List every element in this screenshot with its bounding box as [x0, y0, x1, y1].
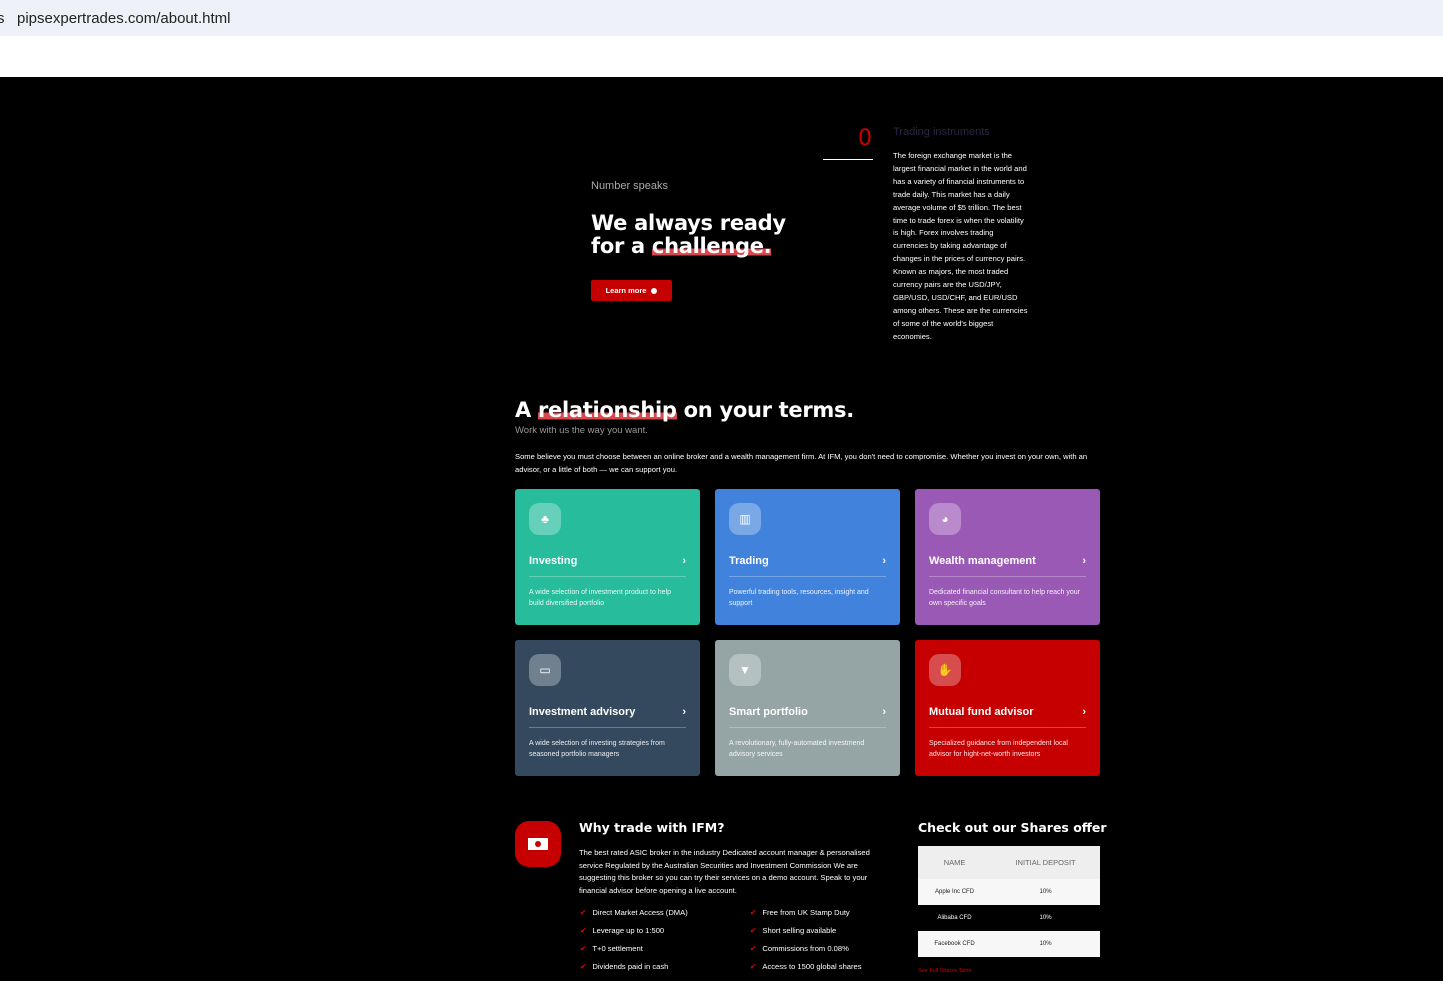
- sprout-icon: ♣: [529, 503, 561, 535]
- feature-label: Short selling available: [762, 926, 837, 935]
- col-header: INITIAL DEPOSIT: [991, 846, 1100, 879]
- counter-title: Trading instruments: [893, 126, 990, 138]
- title-part: A: [515, 398, 538, 422]
- service-card[interactable]: ✋ Mutual fund advisor › Specialized guida…: [915, 640, 1100, 776]
- card-title: Mutual fund advisor: [929, 706, 1034, 718]
- learn-more-button[interactable]: Learn more: [591, 280, 672, 301]
- feature-label: Direct Market Access (DMA): [592, 908, 688, 917]
- check-icon: ✔: [580, 926, 587, 935]
- chevron-right-icon[interactable]: ›: [882, 706, 886, 718]
- card-description: Specialized guidance from independent lo…: [929, 727, 1086, 760]
- service-card[interactable]: ♣ Investing › A wide selection of investm…: [515, 489, 700, 625]
- card-description: A wide selection of investing strategies…: [529, 727, 686, 760]
- feature-label: Free from UK Stamp Duty: [762, 908, 850, 917]
- card-title: Trading: [729, 555, 769, 567]
- check-icon: ✔: [580, 944, 587, 953]
- check-icon: ✔: [580, 962, 587, 971]
- relationship-subtitle: Work with us the way you want.: [515, 425, 648, 436]
- check-icon: ✔: [750, 962, 757, 971]
- card-description: Dedicated financial consultant to help r…: [929, 576, 1086, 609]
- service-card[interactable]: ▼ Smart portfolio › A revolutionary, full…: [715, 640, 900, 776]
- feature-item: ✔ Direct Market Access (DMA): [580, 908, 688, 917]
- handshake-icon: ✋: [929, 654, 961, 686]
- col-header: NAME: [918, 846, 992, 879]
- service-card[interactable]: ▥ Trading › Powerful trading tools, resou…: [715, 489, 900, 625]
- card-description: A revolutionary, fully-automated investm…: [729, 727, 886, 760]
- table-row: Apple Inc CFD 10%: [918, 879, 1100, 905]
- address-bar[interactable]: s pipsexpertrades.com/about.html: [0, 0, 1443, 36]
- arrow-circle-icon: [651, 287, 658, 294]
- feature-item: ✔ Access to 1500 global shares: [750, 962, 862, 971]
- chart-icon: ▥: [729, 503, 761, 535]
- hero-title-highlight: challenge.: [651, 234, 772, 258]
- pie-chart-icon: ◕: [929, 503, 961, 535]
- learn-more-label: Learn more: [605, 286, 647, 295]
- chevron-right-icon[interactable]: ›: [1082, 706, 1086, 718]
- card-title: Investing: [529, 555, 578, 567]
- feature-item: ✔ Short selling available: [750, 926, 836, 935]
- service-card[interactable]: ▭ Investment advisory › A wide selection …: [515, 640, 700, 776]
- table-row: Alibaba CFD 10%: [918, 905, 1100, 931]
- money-icon: [515, 821, 561, 867]
- feature-item: ✔ Commissions from 0.08%: [750, 944, 849, 953]
- counter-divider: [823, 159, 873, 160]
- card-title: Wealth management: [929, 555, 1036, 567]
- hero-title-line1: We always ready: [591, 211, 786, 235]
- shares-table: NAME INITIAL DEPOSIT Apple Inc CFD 10% Ali…: [918, 846, 1100, 957]
- why-title: Why trade with IFM?: [579, 820, 725, 835]
- card-title: Investment advisory: [529, 706, 636, 718]
- cell: 10%: [991, 931, 1100, 957]
- url-fragment: s: [0, 10, 5, 27]
- relationship-title: A relationship on your terms.: [515, 398, 854, 422]
- counter-text: The foreign exchange market is the large…: [893, 151, 1028, 341]
- cell: Apple Inc CFD: [918, 879, 992, 905]
- page-header-blank: [0, 36, 1443, 77]
- cell: Facebook CFD: [918, 931, 992, 957]
- check-icon: ✔: [580, 908, 587, 917]
- feature-label: Dividends paid in cash: [592, 962, 669, 971]
- why-text: The best rated ASIC broker in the indust…: [579, 848, 870, 895]
- chevron-right-icon[interactable]: ›: [682, 706, 686, 718]
- hero-kicker: Number speaks: [591, 180, 669, 192]
- relationship-intro: Some believe you must choose between an …: [515, 452, 1088, 474]
- presentation-icon: ▭: [529, 654, 561, 686]
- feature-item: ✔ Free from UK Stamp Duty: [750, 908, 850, 917]
- card-title: Smart portfolio: [729, 706, 808, 718]
- card-description: Powerful trading tools, resources, insig…: [729, 576, 886, 609]
- service-card[interactable]: ◕ Wealth management › Dedicated financial…: [915, 489, 1100, 625]
- see-full-shares-link[interactable]: See Full Shares Table: [918, 968, 972, 974]
- cell: 10%: [991, 879, 1100, 905]
- url-text[interactable]: pipsexpertrades.com/about.html: [17, 10, 230, 27]
- feature-item: ✔ T+0 settlement: [580, 944, 643, 953]
- feature-label: Leverage up to 1:500: [592, 926, 665, 935]
- hero-title-line2: for a: [591, 234, 652, 258]
- title-highlight: relationship: [537, 398, 677, 422]
- hero-title: We always ready for a challenge.: [591, 212, 786, 258]
- chevron-right-icon[interactable]: ›: [682, 555, 686, 567]
- check-icon: ✔: [750, 944, 757, 953]
- chevron-right-icon[interactable]: ›: [882, 555, 886, 567]
- check-icon: ✔: [750, 908, 757, 917]
- feature-label: Commissions from 0.08%: [762, 944, 849, 953]
- feature-label: Access to 1500 global shares: [762, 962, 862, 971]
- chevron-right-icon[interactable]: ›: [1082, 555, 1086, 567]
- cell: 10%: [1039, 915, 1052, 921]
- feature-item: ✔ Leverage up to 1:500: [580, 926, 664, 935]
- shares-title: Check out our Shares offer: [918, 820, 1107, 835]
- card-description: A wide selection of investment product t…: [529, 576, 686, 609]
- funnel-icon: ▼: [729, 654, 761, 686]
- table-row: Facebook CFD 10%: [918, 931, 1100, 957]
- feature-label: T+0 settlement: [592, 944, 643, 953]
- cell: Alibaba CFD: [937, 915, 972, 921]
- check-icon: ✔: [750, 926, 757, 935]
- title-part: on your terms.: [676, 398, 855, 422]
- counter-value: 0: [858, 126, 872, 151]
- feature-item: ✔ Dividends paid in cash: [580, 962, 668, 971]
